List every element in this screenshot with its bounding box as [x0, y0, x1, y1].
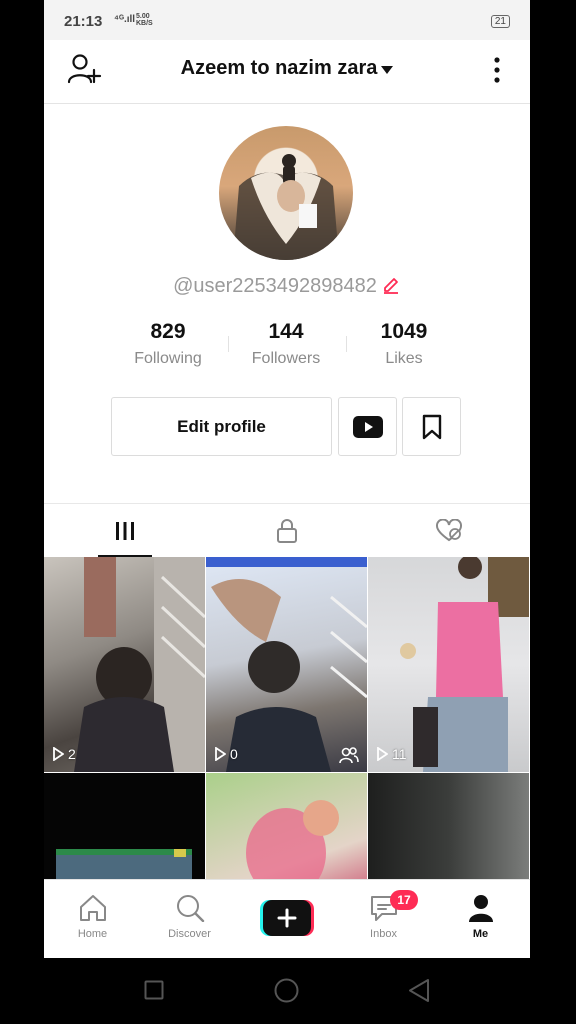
nav-discover-label: Discover	[168, 928, 211, 940]
following-count: 829	[150, 320, 186, 343]
system-navigation-bar	[0, 958, 576, 1024]
create-plus-icon	[259, 900, 314, 936]
username-text: @user2253492898482	[173, 275, 377, 297]
page-title: Azeem to nazim zara	[180, 57, 378, 79]
lock-icon	[277, 518, 297, 543]
back-icon[interactable]	[408, 978, 430, 1003]
play-icon	[377, 747, 388, 761]
followers-label: Followers	[251, 350, 321, 367]
status-bar: 21:13 ⁴ᴳ.ıll 5.00 KB/S 21	[44, 0, 530, 40]
edit-profile-button[interactable]: Edit profile	[111, 397, 332, 456]
nav-inbox[interactable]: Inbox 17	[335, 880, 432, 958]
video-preview-image	[206, 557, 367, 772]
view-count: 0	[214, 746, 238, 762]
video-preview-image	[56, 849, 192, 879]
nav-me-label: Me	[472, 928, 489, 940]
grid-icon	[116, 521, 134, 540]
status-time: 21:13	[64, 13, 103, 30]
home-icon	[79, 895, 106, 921]
tab-private[interactable]	[206, 504, 368, 557]
youtube-icon	[352, 415, 383, 438]
stat-followers[interactable]: 144 Followers	[226, 320, 346, 368]
followers-count: 144	[268, 320, 304, 343]
view-count-text: 0	[230, 746, 238, 762]
inbox-badge: 17	[390, 890, 418, 910]
network-speed-value: 5.00	[136, 13, 150, 20]
chevron-down-icon	[381, 65, 394, 74]
profile-icon	[468, 895, 493, 922]
video-preview-image	[74, 557, 205, 772]
bookmark-icon	[422, 414, 441, 439]
favorites-button[interactable]	[402, 397, 461, 456]
pencil-icon[interactable]	[381, 274, 401, 294]
nav-home-label: Home	[77, 928, 108, 940]
view-count-text: 11	[392, 746, 407, 762]
recent-apps-icon[interactable]	[144, 980, 164, 1000]
bottom-navigation: Home Discover Inbox 17 Me	[44, 879, 530, 958]
likes-count: 1049	[380, 320, 428, 343]
battery-icon: 21	[490, 15, 510, 28]
play-icon	[53, 747, 64, 761]
video-preview-image	[400, 557, 529, 772]
video-thumbnail[interactable]: 11	[368, 557, 529, 772]
video-preview-image	[246, 800, 339, 898]
network-speed-unit: KB/S	[136, 20, 153, 27]
following-label: Following	[134, 350, 202, 367]
profile-header: Azeem to nazim zara	[44, 40, 530, 104]
username: @user2253492898482	[44, 274, 530, 298]
nav-create[interactable]	[238, 880, 335, 958]
search-icon	[176, 895, 204, 922]
avatar[interactable]	[219, 126, 353, 260]
duet-icon	[339, 747, 359, 764]
phone-screen: 21:13 ⁴ᴳ.ıll 5.00 KB/S 21 Azeem to nazim…	[44, 0, 530, 958]
avatar-image	[233, 154, 339, 260]
play-icon	[215, 747, 226, 761]
nav-inbox-label: Inbox	[370, 928, 397, 940]
stat-following[interactable]: 829 Following	[108, 320, 228, 368]
home-circle-icon[interactable]	[274, 978, 299, 1003]
account-switcher[interactable]: Azeem to nazim zara	[44, 57, 530, 80]
network-speed: 5.00 KB/S	[136, 13, 153, 27]
tab-videos[interactable]	[44, 504, 206, 557]
video-thumbnail[interactable]: 0	[206, 557, 367, 772]
likes-label: Likes	[385, 350, 423, 367]
view-count: 2	[52, 746, 76, 762]
profile-tabs	[44, 503, 530, 557]
nav-discover[interactable]: Discover	[141, 880, 238, 958]
view-count: 11	[376, 746, 407, 762]
signal-icon: ⁴ᴳ.ıll	[114, 14, 136, 25]
tab-liked[interactable]	[368, 504, 530, 557]
view-count-text: 2	[68, 746, 76, 762]
stat-likes[interactable]: 1049 Likes	[344, 320, 464, 368]
more-options-icon[interactable]	[492, 56, 502, 84]
youtube-button[interactable]	[338, 397, 397, 456]
video-thumbnail[interactable]: 2	[44, 557, 205, 772]
liked-heart-icon	[436, 518, 462, 541]
nav-home[interactable]: Home	[44, 880, 141, 958]
nav-me[interactable]: Me	[432, 880, 529, 958]
